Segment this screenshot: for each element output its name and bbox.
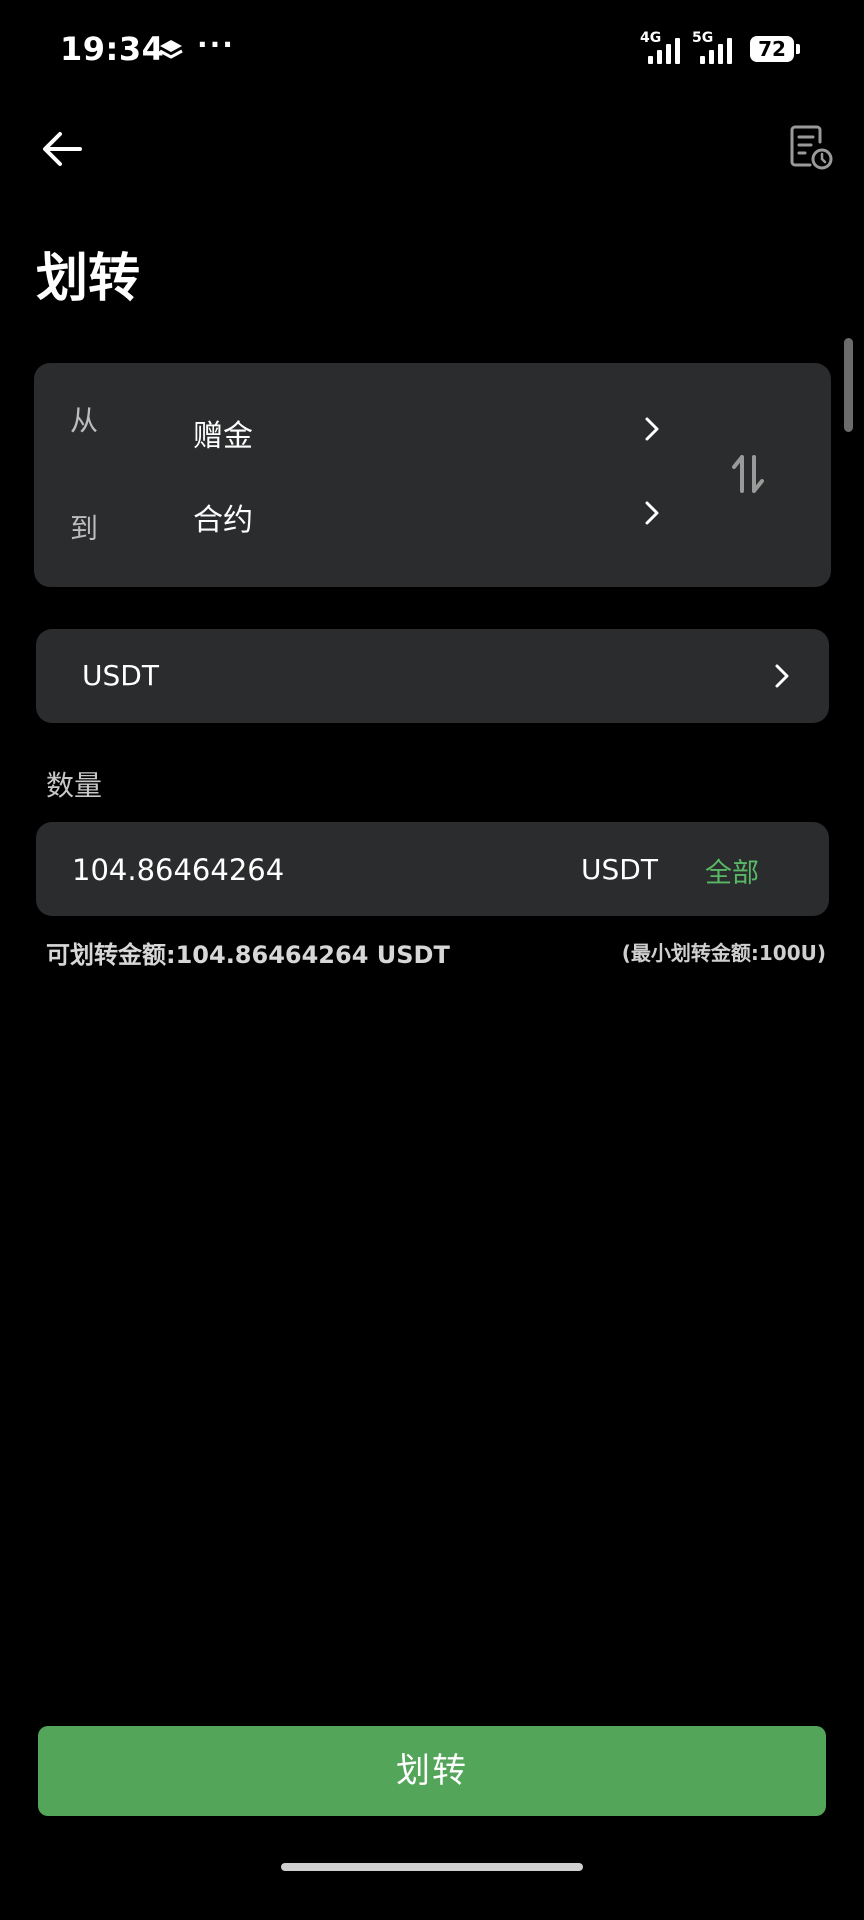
transfer-submit-button[interactable]: 划转 <box>38 1726 826 1816</box>
status-more-icon: ··· <box>197 28 235 61</box>
from-label: 从 <box>70 404 99 437</box>
swap-vertical-icon[interactable] <box>716 443 780 507</box>
status-time: 19:34 <box>60 30 165 68</box>
transfer-route-card: 从 赠金 到 合约 <box>34 363 831 587</box>
record-clock-icon[interactable] <box>786 122 836 172</box>
chevron-right-icon <box>775 664 789 688</box>
page-title: 划转 <box>36 249 141 309</box>
battery-icon: 72 <box>750 36 800 62</box>
signal-4g-icon: 4G <box>640 30 690 66</box>
quantity-label: 数量 <box>46 769 103 802</box>
from-account-selector[interactable]: 从 赠金 <box>34 391 714 471</box>
to-account-value: 合约 <box>193 503 253 538</box>
coin-value: USDT <box>82 659 159 692</box>
transfer-screen: 19:34 ··· 4G 5G 72 划转 从 赠金 到 合约 USDT 数量 … <box>0 0 864 1920</box>
signal-5g-icon: 5G <box>692 30 742 66</box>
amount-unit: USDT <box>581 853 658 886</box>
back-arrow-icon[interactable] <box>38 124 88 174</box>
available-amount-text: 可划转金额:104.86464264 USDT <box>46 941 450 969</box>
scrollbar-thumb[interactable] <box>844 338 853 432</box>
layers-icon <box>159 40 183 59</box>
coin-selector[interactable]: USDT <box>36 629 829 723</box>
to-label: 到 <box>70 512 99 545</box>
chevron-right-icon <box>645 417 659 441</box>
status-bar: 19:34 ··· 4G 5G 72 <box>0 0 864 100</box>
max-all-button[interactable]: 全部 <box>705 851 759 890</box>
minimum-amount-note: (最小划转金额:100U) <box>621 941 826 965</box>
home-indicator[interactable] <box>281 1863 583 1871</box>
to-account-selector[interactable]: 到 合约 <box>34 473 714 553</box>
chevron-right-icon <box>645 501 659 525</box>
amount-field: USDT 全部 <box>36 822 829 916</box>
amount-input[interactable] <box>72 853 552 887</box>
from-account-value: 赠金 <box>193 419 253 454</box>
